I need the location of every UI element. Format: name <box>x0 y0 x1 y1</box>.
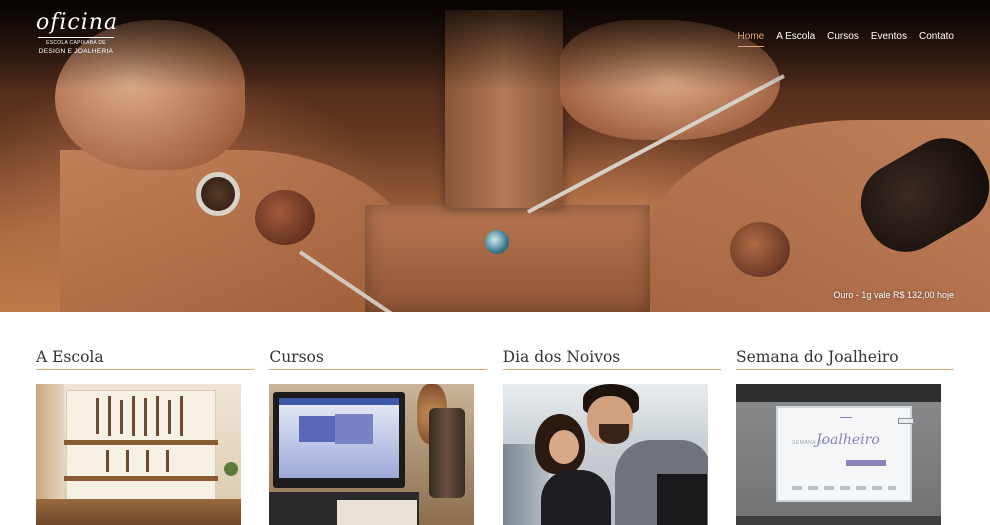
card-title-a-escola[interactable]: A Escola <box>36 346 254 370</box>
bench-block <box>365 205 650 312</box>
photo-tool <box>96 398 99 434</box>
card-image-cursos[interactable] <box>269 384 475 525</box>
photo-tool <box>126 450 129 472</box>
photo-tool <box>120 400 123 434</box>
logo-divider <box>38 37 114 38</box>
card-image-dia-dos-noivos[interactable] <box>502 384 708 525</box>
feature-cards: A Escola Cursos Dia dos Noivos Semana do… <box>36 346 954 525</box>
card-semana-do-joalheiro: Semana do Joalheiro SEMANA DO Joalheiro <box>735 346 954 525</box>
photo-shelf-lower <box>64 476 218 481</box>
card-title-semana-do-joalheiro[interactable]: Semana do Joalheiro <box>735 346 954 370</box>
photo-cad-panel <box>299 416 336 442</box>
photo-tool <box>156 396 159 436</box>
graver-handle-right <box>730 222 790 277</box>
logo-word: oficina <box>36 10 119 35</box>
photo-window-bar <box>279 398 400 405</box>
nav-item-home[interactable]: Home <box>737 31 765 47</box>
photo-cad-panel-2 <box>335 414 374 444</box>
photo-tool <box>180 396 183 436</box>
card-title-dia-dos-noivos[interactable]: Dia dos Noivos <box>502 346 721 370</box>
card-cursos: Cursos <box>269 346 488 525</box>
photo-shelf <box>64 440 218 445</box>
photo-slide-title: Joalheiro <box>815 432 880 448</box>
card-image-semana-do-joalheiro[interactable]: SEMANA DO Joalheiro <box>735 384 941 525</box>
card-dia-dos-noivos: Dia dos Noivos <box>502 346 721 525</box>
nav-item-a-escola[interactable]: A Escola <box>776 31 815 47</box>
photo-tool <box>132 396 135 436</box>
photo-tool-board <box>66 390 216 500</box>
nav-item-contato[interactable]: Contato <box>919 31 954 47</box>
gold-price-ticker: Ouro - 1g vale R$ 132,00 hoje <box>833 290 954 300</box>
gemstone <box>485 230 509 254</box>
photo-bench <box>36 499 241 525</box>
photo-plant <box>224 462 238 476</box>
photo-man-beard <box>598 424 629 444</box>
photo-slide-chip <box>845 460 886 466</box>
photo-cloth <box>337 500 418 525</box>
projector-icon <box>897 418 914 424</box>
nav-item-cursos[interactable]: Cursos <box>827 31 859 47</box>
photo-tool <box>106 450 109 472</box>
photo-slide-footer <box>791 486 896 490</box>
photo-woman-body <box>540 470 611 525</box>
photo-tool <box>144 398 147 436</box>
main-nav: Home A Escola Cursos Eventos Contato <box>737 31 954 47</box>
photo-slide-logo <box>839 412 852 418</box>
graver-handle <box>255 190 315 245</box>
photo-jar <box>429 408 466 498</box>
card-image-a-escola[interactable] <box>36 384 241 525</box>
photo-tool <box>146 450 149 472</box>
photo-tool <box>166 450 169 472</box>
logo-subtitle-line2: DESIGN E JOALHERIA <box>38 48 114 55</box>
card-title-cursos[interactable]: Cursos <box>269 346 488 370</box>
photo-woman-face <box>548 430 579 464</box>
card-a-escola: A Escola <box>36 346 254 525</box>
site-logo[interactable]: oficina ESCOLA CAPIXABA DE DESIGN E JOAL… <box>36 10 119 66</box>
photo-apron <box>656 474 707 525</box>
loupe-icon <box>196 172 240 216</box>
photo-tool <box>108 396 111 436</box>
photo-tool <box>168 400 171 434</box>
photo-wall <box>36 384 64 499</box>
logo-subtitle-line1: ESCOLA CAPIXABA DE <box>46 40 106 46</box>
photo-ceiling <box>735 384 941 402</box>
nav-item-eventos[interactable]: Eventos <box>871 31 907 47</box>
photo-floor <box>735 516 941 525</box>
